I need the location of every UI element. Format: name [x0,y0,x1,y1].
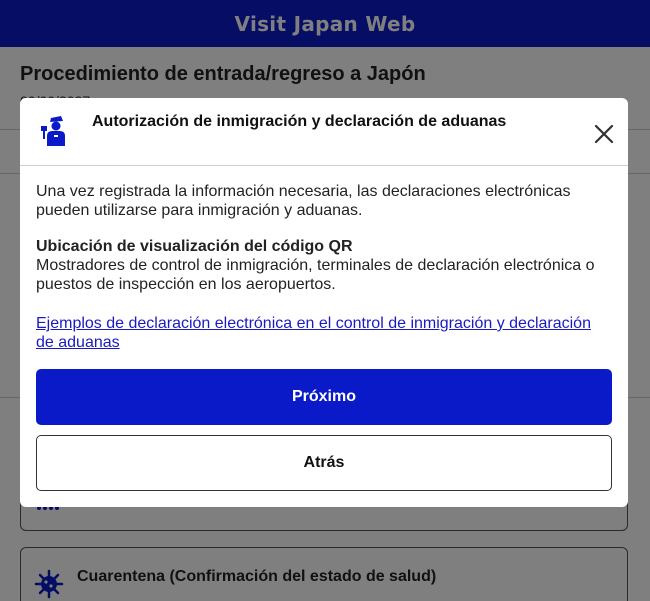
modal-title: Autorización de inmigración y declaració… [92,113,507,130]
back-button[interactable]: Atrás [36,435,612,491]
modal-description: Una vez registrada la información necesa… [36,183,571,219]
modal-dialog: Autorización de inmigración y declaració… [20,98,628,507]
immigration-officer-icon [41,116,65,146]
modal-header: Autorización de inmigración y declaració… [20,98,628,166]
examples-link[interactable]: Ejemplos de declaración electrónica en e… [36,314,612,352]
qr-location-heading: Ubicación de visualización del código QR [36,238,353,255]
close-icon [594,124,614,144]
qr-location-text: Mostradores de control de inmigración, t… [36,257,595,293]
next-button[interactable]: Próximo [36,369,612,425]
page: Visit Japan Web Procedimiento de entrada… [0,0,650,601]
close-button[interactable] [590,120,618,148]
modal-body: Una vez registrada la información necesa… [36,182,612,352]
